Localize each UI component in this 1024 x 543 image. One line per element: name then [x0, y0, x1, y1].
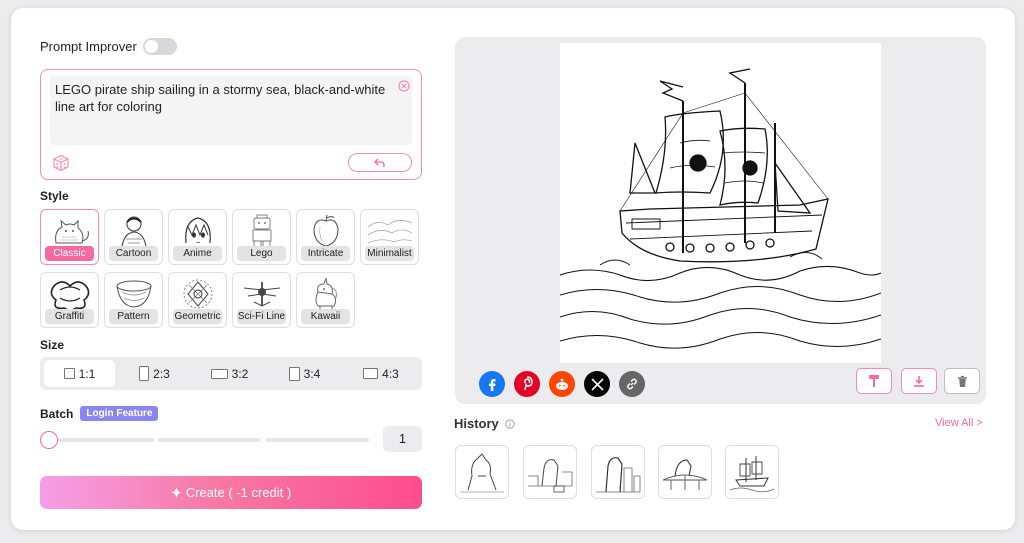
prompt-box: LEGO pirate ship sailing in a stormy sea…	[40, 69, 422, 180]
paint-roller-icon	[869, 375, 879, 387]
style-label-kawaii: Kawaii	[301, 309, 350, 324]
create-button[interactable]: Create ( -1 credit )	[40, 476, 422, 509]
history-thumbnail[interactable]	[455, 445, 509, 499]
slider-handle[interactable]	[40, 431, 58, 449]
link-icon[interactable]	[619, 371, 645, 397]
generator-card: Prompt Improver LEGO pirate ship sailing…	[11, 8, 1015, 530]
cartoon-thumbnail-icon	[121, 216, 147, 248]
create-button-label: Create ( -1 credit )	[185, 485, 292, 500]
style-option-graffiti[interactable]: Graffiti	[40, 272, 99, 328]
history-thumbnail[interactable]	[725, 445, 779, 499]
style-option-cartoon[interactable]: Cartoon	[104, 209, 163, 265]
facebook-icon[interactable]	[479, 371, 505, 397]
scifi-thumbnail-icon	[243, 282, 281, 307]
style-option-classic[interactable]: Classic	[40, 209, 99, 265]
undo-icon	[374, 158, 385, 167]
history-thumbnail[interactable]	[658, 445, 712, 499]
size-selector: 1:1 2:3 3:2 3:4 4:3	[40, 357, 422, 390]
prompt-improver-label: Prompt Improver	[40, 38, 137, 54]
size-option-4-3[interactable]: 4:3	[344, 360, 418, 387]
portrait-ratio-icon	[139, 366, 150, 381]
slider-track-segment	[265, 438, 369, 442]
batch-row: Batch Login Feature	[40, 406, 159, 421]
style-option-lego[interactable]: Lego	[232, 209, 291, 265]
undo-button[interactable]	[348, 153, 412, 172]
anime-thumbnail-icon	[185, 217, 211, 244]
landscape-ratio-icon	[363, 368, 379, 379]
batch-label: Batch	[40, 406, 74, 421]
login-feature-badge: Login Feature	[80, 406, 159, 421]
style-option-kawaii[interactable]: Kawaii	[296, 272, 355, 328]
pinterest-icon[interactable]	[514, 371, 540, 397]
style-option-intricate[interactable]: Intricate	[296, 209, 355, 265]
style-label-intricate: Intricate	[301, 246, 350, 261]
style-option-scifi-line[interactable]: Sci-Fi Line	[232, 272, 291, 328]
mandala-thumbnail-icon	[183, 279, 213, 309]
delete-button[interactable]	[944, 368, 980, 394]
style-option-minimalist[interactable]: Minimalist	[360, 209, 419, 265]
generated-image[interactable]	[560, 43, 881, 363]
prompt-improver-toggle[interactable]	[142, 37, 177, 55]
slider-track-segment	[50, 438, 154, 442]
sparkle-icon	[170, 487, 182, 498]
style-label-lego: Lego	[237, 246, 286, 261]
landscape-thumbnail-icon	[368, 220, 412, 244]
preview-panel	[455, 37, 986, 404]
history-thumbnail[interactable]	[591, 445, 645, 499]
graffiti-thumbnail-icon	[50, 281, 90, 311]
square-ratio-icon	[63, 368, 75, 379]
kaiju-bridge-thumbnail	[662, 459, 708, 490]
download-icon	[914, 375, 924, 387]
size-option-3-4[interactable]: 3:4	[269, 360, 340, 387]
view-all-link[interactable]: View All >	[935, 417, 983, 429]
style-label: Style	[40, 189, 69, 203]
x-icon[interactable]	[584, 371, 610, 397]
style-option-pattern[interactable]: Pattern	[104, 272, 163, 328]
style-label-geometric: Geometric	[173, 309, 222, 324]
bowl-thumbnail-icon	[116, 280, 152, 308]
slider-track-segment	[158, 438, 261, 442]
prompt-input[interactable]: LEGO pirate ship sailing in a stormy sea…	[50, 76, 412, 145]
size-option-2-3[interactable]: 2:3	[119, 360, 190, 387]
style-option-geometric[interactable]: Geometric	[168, 272, 227, 328]
godzilla-thumbnail	[460, 453, 504, 493]
dice-icon[interactable]	[52, 154, 70, 172]
reddit-icon[interactable]	[549, 371, 575, 397]
history-header: History	[454, 416, 515, 431]
style-label-graffiti: Graffiti	[45, 309, 94, 324]
size-label: Size	[40, 338, 65, 352]
download-button[interactable]	[901, 368, 937, 394]
paint-roller-button[interactable]	[856, 368, 892, 394]
kaiju-tower-thumbnail	[596, 457, 641, 493]
style-label-anime: Anime	[173, 246, 222, 261]
lego-thumbnail-icon	[252, 214, 272, 249]
info-icon[interactable]	[505, 418, 515, 429]
history-title: History	[454, 416, 499, 431]
size-option-1-1[interactable]: 1:1	[44, 360, 115, 387]
style-label-scifi-line: Sci-Fi Line	[237, 309, 286, 324]
history-thumbnail[interactable]	[523, 445, 577, 499]
landscape-ratio-icon	[210, 368, 228, 379]
style-option-anime[interactable]: Anime	[168, 209, 227, 265]
batch-slider[interactable]	[40, 431, 372, 449]
clear-icon[interactable]	[398, 80, 410, 92]
prompt-improver-row: Prompt Improver	[40, 37, 177, 55]
trash-icon	[957, 375, 967, 387]
unicorn-thumbnail-icon	[315, 277, 337, 310]
style-label-classic: Classic	[45, 246, 94, 261]
cat-thumbnail-icon	[55, 219, 89, 244]
pirate-ship-thumbnail	[729, 456, 775, 493]
kaiju-city-thumbnail	[528, 459, 573, 493]
style-label-pattern: Pattern	[109, 309, 158, 324]
size-option-3-2[interactable]: 3:2	[194, 360, 265, 387]
batch-count: 1	[383, 426, 422, 452]
style-label-cartoon: Cartoon	[109, 246, 158, 261]
style-label-minimalist: Minimalist	[365, 246, 414, 261]
apple-thumbnail-icon	[313, 214, 339, 247]
portrait-ratio-icon	[288, 366, 300, 381]
